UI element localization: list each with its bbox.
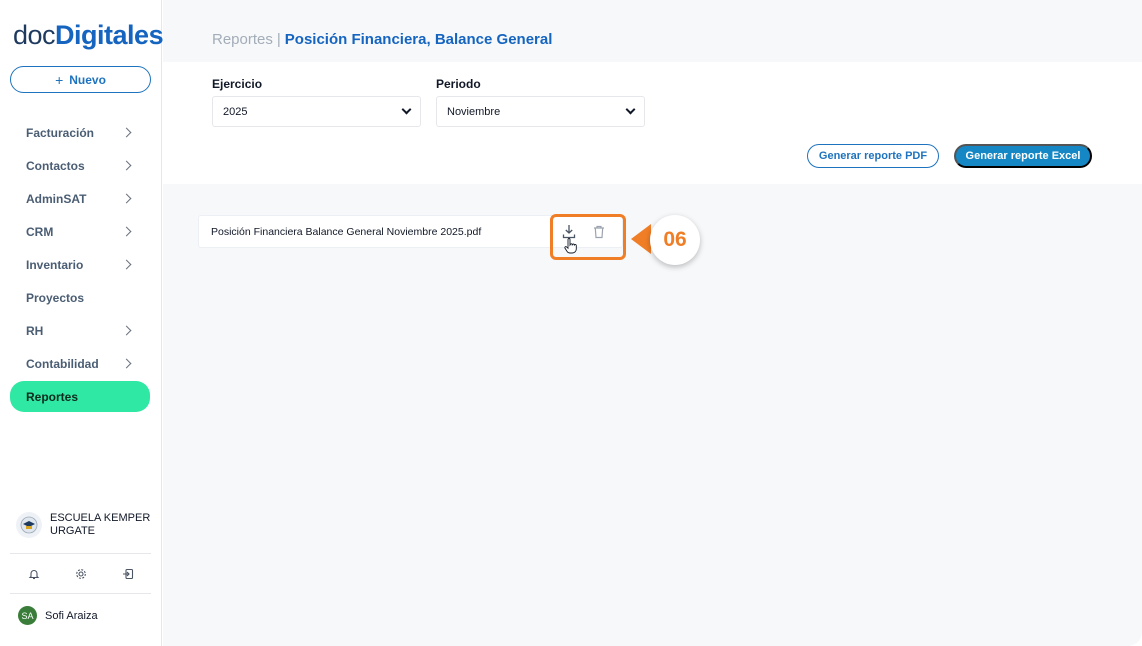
chevron-right-icon [121,358,132,369]
new-button[interactable]: + Nuevo [10,66,151,93]
sidebar-item-adminsat[interactable]: AdminSAT [10,183,150,214]
pointer-cursor-icon [564,238,577,254]
chevron-right-icon [121,226,132,237]
report-file-name: Posición Financiera Balance General Novi… [211,225,482,238]
new-button-label: Nuevo [69,72,106,87]
brand-logo-part2: Digitales [55,20,164,50]
ejercicio-value: 2025 [223,105,248,118]
brand-logo[interactable]: docDigitales [13,20,164,50]
chevron-right-icon [121,127,132,138]
sidebar-item-crm[interactable]: CRM [10,216,150,247]
divider [10,593,151,594]
user-profile[interactable]: SA Sofi Araiza [18,606,98,625]
sidebar-item-label: AdminSAT [26,191,87,206]
trash-icon[interactable] [593,225,605,239]
chevron-down-icon [401,104,412,115]
ejercicio-label: Ejercicio [212,77,263,91]
sidebar-item-label: Contabilidad [26,356,99,371]
utility-bar [10,564,151,584]
breadcrumb-separator: | [276,31,281,48]
callout-pointer [631,224,651,254]
sidebar-item-label: Inventario [26,257,84,272]
gear-icon[interactable] [75,568,87,580]
chevron-right-icon [121,160,132,171]
bell-icon[interactable] [28,568,40,580]
breadcrumb[interactable]: Reportes [212,31,273,48]
main-content: Reportes | Posición Financiera, Balance Ge… [163,0,1142,646]
sidebar-item-reportes[interactable]: Reportes [10,381,150,412]
chevron-right-icon [121,193,132,204]
sidebar-item-inventario[interactable]: Inventario [10,249,150,280]
brand-logo-part1: doc [13,20,56,50]
sidebar: docDigitales + Nuevo Facturación Contact… [0,0,164,646]
sidebar-item-label: Reportes [26,389,79,404]
sidebar-item-proyectos[interactable]: Proyectos [10,282,150,313]
periodo-value: Noviembre [447,105,501,118]
avatar: SA [18,606,37,625]
generate-pdf-button[interactable]: Generar reporte PDF [807,144,939,168]
sidebar-item-facturacion[interactable]: Facturación [10,117,150,148]
chevron-right-icon [121,325,132,336]
sidebar-item-contactos[interactable]: Contactos [10,150,150,181]
sidebar-item-label: Contactos [26,158,85,173]
periodo-label: Periodo [436,77,481,91]
sidebar-item-rh[interactable]: RH [10,315,150,346]
sidebar-item-label: CRM [26,224,54,239]
sidebar-item-label: Facturación [26,125,95,140]
sidebar-item-label: Proyectos [26,290,85,305]
sidebar-nav: Facturación Contactos AdminSAT CRM Inven… [10,117,150,414]
logout-icon[interactable] [122,568,134,580]
divider [10,553,151,554]
organization-name: ESCUELA KEMPER URGATE [50,512,151,537]
generate-excel-button[interactable]: Generar reporte Excel [954,144,1092,168]
filter-panel: Ejercicio 2025 Periodo Noviembre Generar… [163,62,1142,184]
organization-switcher[interactable]: ESCUELA KEMPER URGATE [16,512,151,538]
sidebar-item-contabilidad[interactable]: Contabilidad [10,348,150,379]
chevron-right-icon [121,259,132,270]
ejercicio-select[interactable]: 2025 [212,96,421,127]
highlight-box [550,214,626,260]
school-logo-icon [16,512,42,538]
page-title: Reportes | Posición Financiera, Balance Ge… [212,31,552,48]
chevron-down-icon [625,104,636,115]
periodo-select[interactable]: Noviembre [436,96,645,127]
sidebar-item-label: RH [26,323,44,338]
page-title-current: Posición Financiera, Balance General [284,31,553,48]
user-name: Sofi Araiza [45,609,98,622]
step-callout: 06 [650,215,700,265]
plus-icon: + [55,71,64,88]
